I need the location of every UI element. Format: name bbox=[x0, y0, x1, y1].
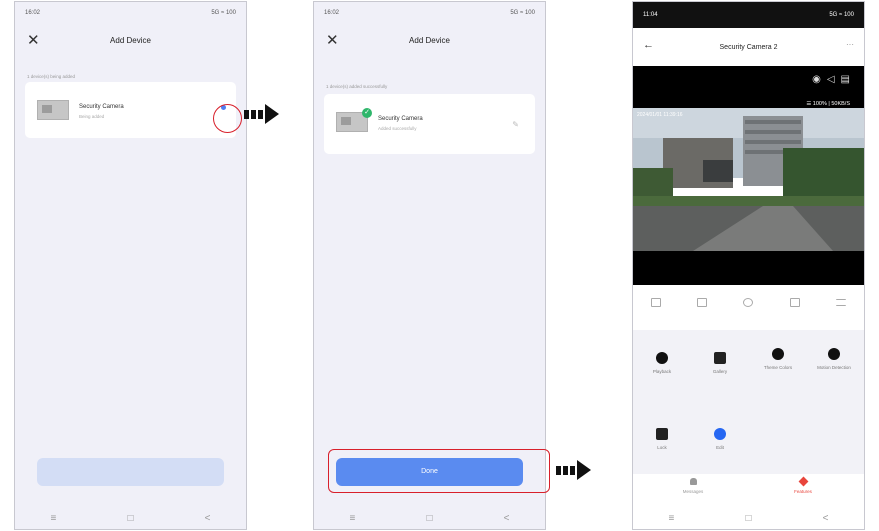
device-name: Security Camera bbox=[79, 104, 124, 110]
menu-lines-icon[interactable] bbox=[835, 298, 846, 306]
gallery-icon bbox=[714, 352, 726, 364]
network-status: ☰ 100% | 50KB/S bbox=[806, 101, 850, 107]
home-icon[interactable]: □ bbox=[745, 513, 751, 524]
status-indicators: 5G ≈ 100 bbox=[829, 12, 854, 18]
palette-icon bbox=[772, 348, 784, 360]
page-title: Security Camera 2 bbox=[719, 44, 778, 51]
live-video[interactable]: 2024/01/01 11:39:16 bbox=[633, 108, 864, 251]
spinner-highlight-circle bbox=[213, 104, 242, 133]
menu-icon[interactable]: ≡ bbox=[350, 513, 356, 524]
play-icon bbox=[656, 352, 668, 364]
flow-arrow-1 bbox=[244, 104, 279, 124]
feature-edit[interactable]: Edit bbox=[695, 428, 745, 451]
feature-lock[interactable]: Lock bbox=[637, 428, 687, 451]
device-status: Being added bbox=[79, 114, 105, 119]
status-time: 11:04 bbox=[643, 12, 658, 18]
camera-controls[interactable]: ◉◁▤ bbox=[812, 74, 856, 85]
feature-label: Theme Colors bbox=[763, 365, 793, 370]
menu-icon[interactable]: ≡ bbox=[669, 513, 675, 524]
video-timestamp: 2024/01/01 11:39:16 bbox=[637, 112, 683, 118]
screenshot-icon[interactable] bbox=[697, 297, 708, 307]
tab-label: Messages bbox=[682, 489, 704, 494]
feature-label: Motion Detection bbox=[817, 365, 851, 370]
tab-messages[interactable]: Messages bbox=[663, 478, 723, 494]
flow-arrow-2 bbox=[556, 460, 591, 480]
system-navbar: ≡ □ < bbox=[314, 507, 545, 529]
motion-icon bbox=[828, 348, 840, 360]
feature-label: Lock bbox=[657, 445, 667, 450]
home-icon[interactable]: □ bbox=[127, 513, 133, 524]
fullscreen-icon[interactable] bbox=[651, 297, 662, 307]
edit-icon[interactable]: ✎ bbox=[512, 120, 519, 129]
video-bottom-bar bbox=[633, 251, 864, 285]
header: ✕ Add Device bbox=[15, 30, 246, 54]
bell-icon bbox=[689, 478, 697, 485]
page-title: Add Device bbox=[110, 36, 151, 45]
status-time: 16:02 bbox=[25, 10, 41, 16]
more-icon[interactable]: ··· bbox=[846, 40, 854, 49]
header: ✕ Add Device bbox=[314, 30, 545, 54]
camera-image bbox=[37, 100, 69, 120]
status-bar: 16:02 5G ≈ 100 bbox=[25, 10, 236, 22]
status-bar: 11:04 5G ≈ 100 bbox=[633, 2, 864, 28]
video-frame bbox=[633, 108, 864, 251]
header: ← Security Camera 2 ··· bbox=[633, 28, 864, 66]
call-icon[interactable] bbox=[743, 297, 754, 307]
device-card[interactable]: ✓ Security Camera Added successfully ✎ bbox=[324, 94, 535, 154]
done-highlight-rect bbox=[328, 449, 550, 493]
features-icon bbox=[798, 476, 808, 487]
lock-icon bbox=[656, 428, 668, 440]
status-bar: 16:02 5G ≈ 100 bbox=[324, 10, 535, 22]
tab-features[interactable]: Features bbox=[773, 476, 833, 494]
feature-label: Gallery bbox=[712, 369, 728, 374]
device-status: Added successfully bbox=[378, 126, 417, 131]
page-title: Add Device bbox=[409, 36, 450, 45]
device-name: Security Camera bbox=[378, 116, 423, 122]
video-toolbar: ◉◁▤ ☰ 100% | 50KB/S bbox=[633, 66, 864, 108]
menu-icon[interactable]: ≡ bbox=[51, 513, 57, 524]
home-icon[interactable]: □ bbox=[426, 513, 432, 524]
feature-playback[interactable]: Playback bbox=[637, 352, 687, 375]
phone-adding-screen: 16:02 5G ≈ 100 ✕ Add Device 1 device(s) … bbox=[14, 1, 247, 530]
feature-motion-detection[interactable]: Motion Detection bbox=[809, 348, 859, 371]
status-indicators: 5G ≈ 100 bbox=[510, 10, 535, 16]
feature-theme-colors[interactable]: Theme Colors bbox=[753, 348, 803, 371]
status-indicators: 5G ≈ 100 bbox=[211, 10, 236, 16]
feature-label: Playback bbox=[652, 369, 672, 374]
feature-label: Edit bbox=[716, 445, 724, 450]
tab-label: Features bbox=[794, 489, 812, 494]
section-label: 1 device(s) added successfully bbox=[326, 84, 388, 89]
section-label: 1 device(s) being added bbox=[27, 74, 76, 79]
record-icon[interactable] bbox=[789, 297, 800, 307]
edit-icon bbox=[714, 428, 726, 440]
phone-camera-screen: 11:04 5G ≈ 100 ← Security Camera 2 ··· ◉… bbox=[632, 1, 865, 530]
control-row bbox=[633, 294, 864, 310]
system-navbar: ≡ □ < bbox=[633, 507, 864, 529]
feature-gallery[interactable]: Gallery bbox=[695, 352, 745, 375]
check-icon: ✓ bbox=[362, 108, 372, 118]
device-card[interactable]: Security Camera Being added bbox=[25, 82, 236, 138]
back-icon[interactable]: < bbox=[504, 513, 510, 524]
status-time: 16:02 bbox=[324, 10, 340, 16]
system-navbar: ≡ □ < bbox=[15, 507, 246, 529]
features-grid: Playback Gallery Theme Colors Motion Det… bbox=[633, 330, 864, 474]
bottom-tab-bar: Messages Features bbox=[633, 474, 864, 508]
done-button-disabled[interactable] bbox=[37, 458, 224, 486]
back-icon[interactable]: < bbox=[205, 513, 211, 524]
back-icon[interactable]: < bbox=[823, 513, 829, 524]
